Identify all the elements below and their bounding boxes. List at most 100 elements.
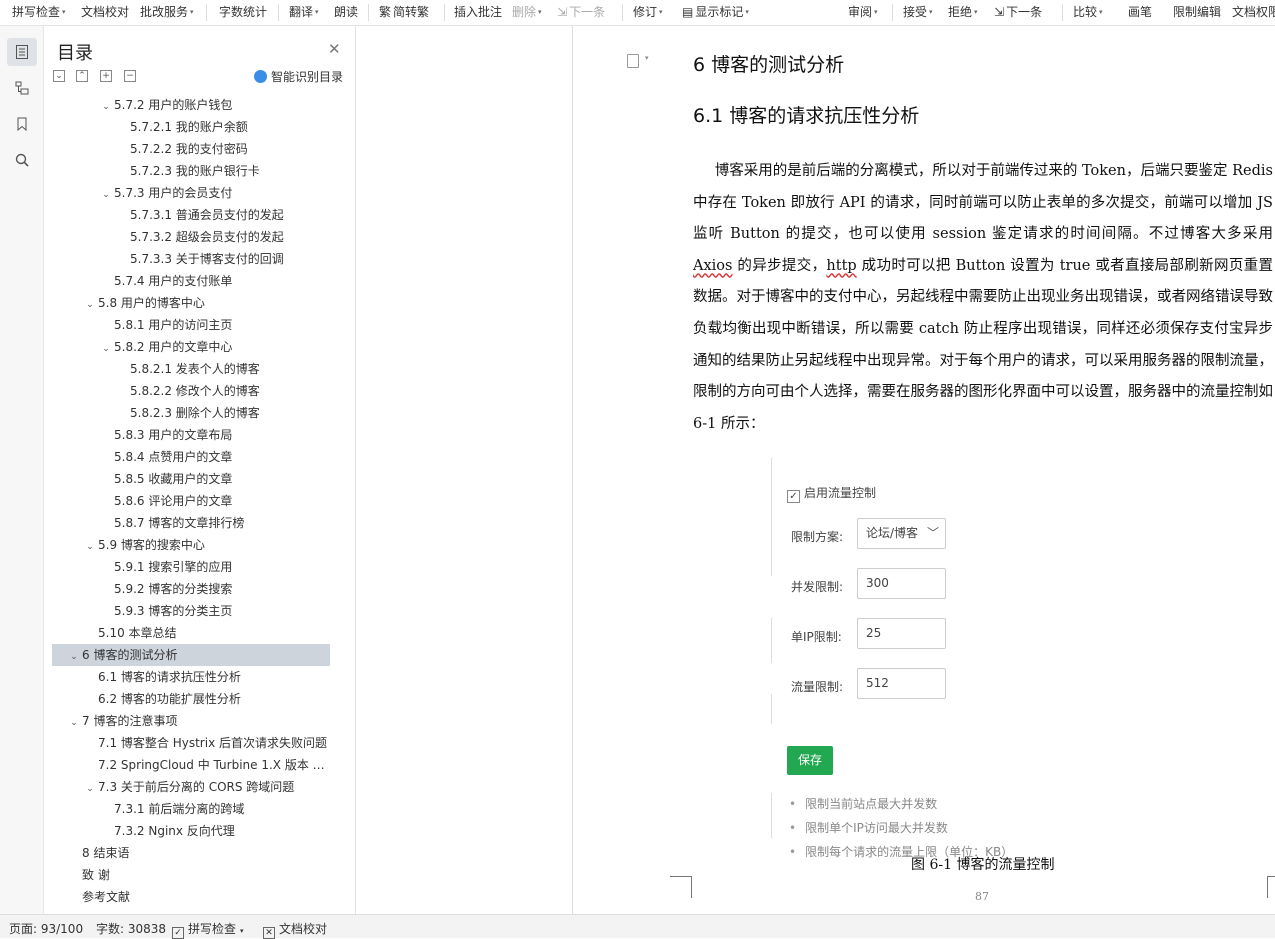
toc-item[interactable]: 5.8.2.2 修改个人的博客 (52, 380, 330, 402)
traffic-label: 流量限制: (791, 680, 844, 694)
add-level-icon[interactable]: + (100, 70, 112, 82)
toc-item[interactable]: 5.8.7 博客的文章排行榜 (52, 512, 330, 534)
revise-button[interactable]: 修订 ▾ (633, 4, 663, 20)
reject-button[interactable]: 拒绝 ▾ (948, 4, 978, 20)
toc-item[interactable]: 5.8.4 点赞用户的文章 (52, 446, 330, 468)
toc-item[interactable]: ⌄ 5.9 博客的搜索中心 (52, 534, 330, 556)
insert-comment-button[interactable]: 插入批注 (454, 4, 502, 20)
chevron-down-icon[interactable]: ⌄ (98, 338, 114, 358)
toc-item[interactable]: 5.10 本章总结 (52, 622, 330, 644)
toc-item[interactable]: 5.8.2.3 删除个人的博客 (52, 402, 330, 424)
status-bar: 页面: 93/100 字数: 30838 ✓ 拼写检查 ▾ ✕ 文档校对 (0, 914, 1275, 939)
toc-item[interactable]: 6.2 博客的功能扩展性分析 (52, 688, 330, 710)
toc-item-label: 5.8.6 评论用户的文章 (114, 494, 233, 508)
toc-item[interactable]: ⌄ 7 博客的注意事项 (52, 710, 330, 732)
toc-item[interactable]: ⌄ 5.7.2 用户的账户钱包 (52, 94, 330, 116)
toc-item[interactable]: ⌄ 7.3 关于前后分离的 CORS 跨域问题 (52, 776, 330, 798)
chevron-down-icon[interactable]: ⌄ (98, 96, 114, 116)
search-icon[interactable] (7, 146, 37, 174)
toc-item[interactable]: 6.1 博客的请求抗压性分析 (52, 666, 330, 688)
toc-item[interactable]: 5.8.5 收藏用户的文章 (52, 468, 330, 490)
toc-item-label: 5.8.3 用户的文章布局 (114, 428, 233, 442)
toc-item[interactable]: 5.8.1 用户的访问主页 (52, 314, 330, 336)
toc-item-label: 5.8.2.2 修改个人的博客 (130, 384, 260, 398)
pen-button[interactable]: 画笔 (1128, 4, 1152, 20)
toc-item-label: 7 博客的注意事项 (82, 714, 178, 728)
toc-item-label: 7.1 博客整合 Hystrix 后首次请求失败问题 (98, 736, 327, 750)
toc-item[interactable]: 5.7.3.1 普通会员支付的发起 (52, 204, 330, 226)
toc-item[interactable]: 5.9.3 博客的分类主页 (52, 600, 330, 622)
toc-item-label: 7.3 关于前后分离的 CORS 跨域问题 (98, 780, 295, 794)
scheme-label: 限制方案: (791, 530, 844, 544)
chevron-down-icon[interactable]: ⌄ (66, 646, 82, 666)
chevron-down-icon[interactable]: ⌄ (98, 184, 114, 204)
toc-item[interactable]: 5.7.2.2 我的支付密码 (52, 138, 330, 160)
toc-item[interactable]: 参考文献 (52, 886, 330, 908)
toc-item-label: 5.9.2 博客的分类搜索 (114, 582, 233, 596)
toc-item-label: 5.8.1 用户的访问主页 (114, 318, 233, 332)
doc-check-button[interactable]: 文档校对 (81, 4, 129, 20)
paragraph-menu-icon[interactable] (627, 54, 639, 68)
toc-item[interactable]: 5.7.4 用户的支付账单 (52, 270, 330, 292)
close-icon[interactable]: ✕ (328, 40, 341, 58)
simp-trad-button[interactable]: 繁简转繁 (379, 4, 429, 20)
toc-item[interactable]: 5.7.3.2 超级会员支付的发起 (52, 226, 330, 248)
toc-item-label: 5.8.7 博客的文章排行榜 (114, 516, 245, 530)
toc-item[interactable]: 7.3.2 Nginx 反向代理 (52, 820, 330, 842)
chevron-down-icon[interactable]: ⌄ (82, 294, 98, 314)
toc-item[interactable]: 5.7.2.1 我的账户余额 (52, 116, 330, 138)
toc-item-label: 5.7.3.3 关于博客支付的回调 (130, 252, 284, 266)
chevron-down-icon[interactable]: ⌄ (82, 536, 98, 556)
page-indicator[interactable]: 页面: 93/100 (9, 920, 83, 937)
toc-item[interactable]: 5.9.1 搜索引擎的应用 (52, 556, 330, 578)
toc-item[interactable]: 致 谢 (52, 864, 330, 886)
toc-item[interactable]: ⌄ 5.8 用户的博客中心 (52, 292, 330, 314)
next-change-button[interactable]: ⇲ 下一条 (994, 4, 1042, 20)
accept-button[interactable]: 接受 ▾ (903, 4, 933, 20)
chevron-down-icon[interactable]: ⌄ (66, 712, 82, 732)
status-doc-check[interactable]: ✕ 文档校对 (263, 920, 327, 939)
word-count-button[interactable]: 字数统计 (219, 4, 267, 20)
toc-item[interactable]: 5.8.6 评论用户的文章 (52, 490, 330, 512)
next-comment-button[interactable]: ⇲ 下一条 (557, 4, 605, 20)
toc-item[interactable]: ⌄ 6 博客的测试分析 (52, 644, 330, 666)
toc-icon[interactable] (7, 38, 37, 66)
show-markup-button[interactable]: ▤ 显示标记 ▾ (682, 4, 749, 20)
toc-item[interactable]: 5.7.2.3 我的账户银行卡 (52, 160, 330, 182)
compare-button[interactable]: 比较 ▾ (1073, 4, 1103, 20)
restrict-edit-button[interactable]: 限制编辑 (1173, 4, 1221, 20)
smart-toc-button[interactable]: 智能识别目录 (254, 68, 343, 85)
chevron-down-icon[interactable]: ⌄ (82, 778, 98, 798)
toc-item[interactable]: 7.1 博客整合 Hystrix 后首次请求失败问题 (52, 732, 330, 754)
toc-item-label: 7.3.2 Nginx 反向代理 (114, 824, 235, 838)
toc-item[interactable]: 8 结束语 (52, 842, 330, 864)
toc-item[interactable]: 7.3.1 前后端分离的跨域 (52, 798, 330, 820)
chapter-nav-icon[interactable] (7, 74, 37, 102)
review-service-button[interactable]: 批改服务 ▾ (140, 4, 194, 20)
toc-item[interactable]: 5.8.2.1 发表个人的博客 (52, 358, 330, 380)
chevron-down-icon: ▾ (645, 54, 649, 62)
chevron-down-icon: ﹀ (926, 526, 939, 540)
remove-level-icon[interactable]: − (124, 70, 136, 82)
toc-item[interactable]: 5.7.3.3 关于博客支付的回调 (52, 248, 330, 270)
toc-panel: 目录 ✕ ⌄ ⌃ + − 智能识别目录 ⌄ 5.7.2 用户的账户钱包 5.7.2.… (44, 26, 381, 914)
review-button[interactable]: 审阅 ▾ (848, 4, 878, 20)
spell-check-button[interactable]: 拼写检查 ▾ (12, 4, 66, 20)
translate-button[interactable]: 翻译 ▾ (289, 4, 319, 20)
toc-item[interactable]: ⌄ 5.7.3 用户的会员支付 (52, 182, 330, 204)
toc-item[interactable]: 7.2 SpringCloud 中 Turbine 1.X 版本 BUG (52, 754, 330, 776)
toc-item[interactable]: 5.9.2 博客的分类搜索 (52, 578, 330, 600)
toc-item-label: 5.8 用户的博客中心 (98, 296, 205, 310)
delete-comment-button[interactable]: 删除 ▾ (512, 4, 542, 20)
word-count-indicator[interactable]: 字数: 30838 (96, 920, 166, 937)
status-spell-check[interactable]: ✓ 拼写检查 ▾ (172, 920, 244, 939)
bookmark-icon[interactable] (7, 110, 37, 138)
check-icon: ✓ (172, 927, 184, 939)
read-aloud-button[interactable]: 朗读 (334, 4, 358, 20)
toc-item[interactable]: 5.8.3 用户的文章布局 (52, 424, 330, 446)
toc-item[interactable]: ⌄ 5.8.2 用户的文章中心 (52, 336, 330, 358)
expand-all-icon[interactable]: ⌄ (53, 70, 65, 82)
doc-permission-button[interactable]: 文档权限 (1232, 4, 1275, 20)
collapse-all-icon[interactable]: ⌃ (76, 70, 88, 82)
doc-check-icon: ✕ (263, 927, 275, 939)
